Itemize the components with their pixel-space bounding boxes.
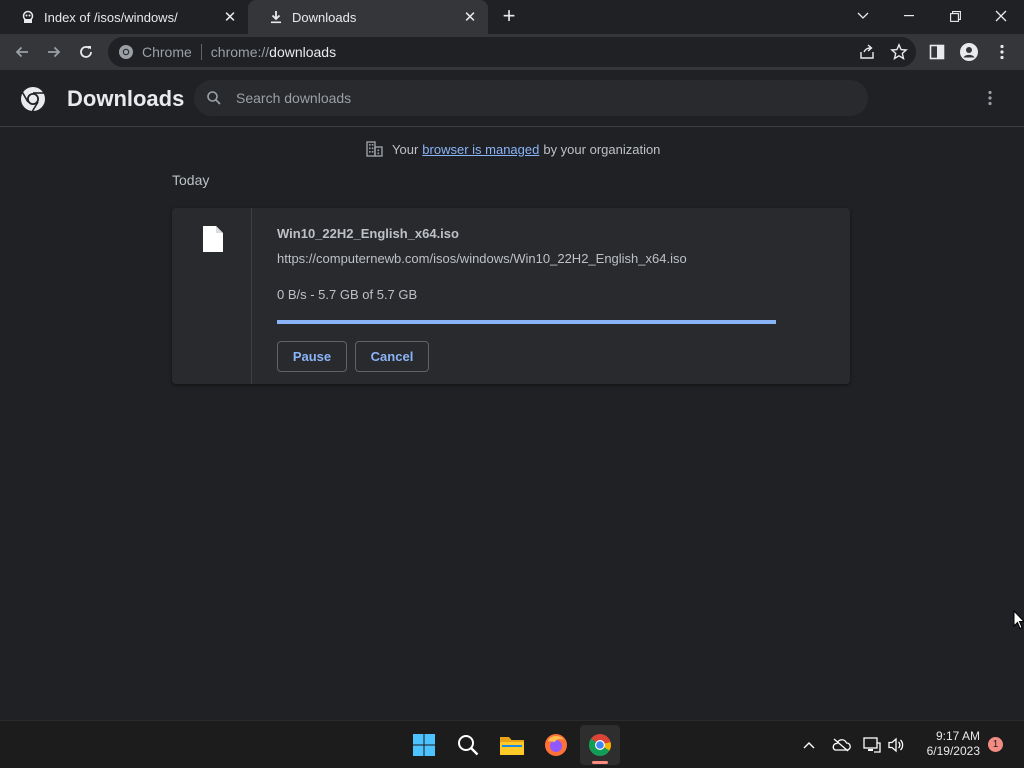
tab-title: Downloads bbox=[292, 9, 357, 25]
active-app-indicator bbox=[592, 761, 608, 764]
file-icon bbox=[203, 226, 223, 252]
bookmark-star-icon[interactable] bbox=[890, 43, 908, 64]
url-host: downloads bbox=[269, 44, 337, 60]
file-explorer-icon[interactable] bbox=[492, 725, 532, 765]
mouse-cursor-icon bbox=[1013, 610, 1024, 630]
profile-avatar-icon[interactable] bbox=[957, 40, 981, 64]
progress-bar-fill bbox=[277, 320, 776, 324]
chrome-logo-icon bbox=[118, 44, 134, 60]
page-title: Downloads bbox=[67, 86, 185, 111]
reload-icon[interactable] bbox=[74, 40, 98, 64]
close-window-button[interactable] bbox=[978, 0, 1024, 32]
new-tab-button[interactable]: + bbox=[498, 5, 520, 28]
omnibox-chip: Chrome bbox=[142, 44, 192, 60]
tab-strip: Index of /isos/windows/ ✕ Downloads ✕ + bbox=[0, 0, 1024, 34]
onedrive-offline-icon[interactable] bbox=[830, 733, 852, 757]
tab-search-chevron-icon[interactable] bbox=[840, 0, 886, 32]
managed-prefix: Your bbox=[392, 141, 419, 157]
firefox-icon[interactable] bbox=[536, 725, 576, 765]
side-panel-icon[interactable] bbox=[925, 40, 949, 64]
chrome-menu-icon[interactable] bbox=[990, 40, 1014, 64]
network-icon[interactable] bbox=[862, 733, 882, 757]
restore-button[interactable] bbox=[932, 0, 978, 32]
omnibox-actions bbox=[858, 43, 908, 64]
clock-time: 9:17 AM bbox=[935, 729, 980, 743]
cancel-button[interactable]: Cancel bbox=[355, 341, 429, 372]
taskbar: 9:17 AM 6/19/2023 bbox=[0, 720, 1024, 768]
download-icon bbox=[268, 9, 284, 25]
search-icon bbox=[207, 91, 221, 105]
site-icon bbox=[20, 9, 36, 25]
omnibox-divider bbox=[200, 44, 202, 60]
url-scheme: chrome:// bbox=[210, 44, 270, 60]
back-icon[interactable] bbox=[10, 40, 34, 64]
tab-index-of-isos[interactable]: Index of /isos/windows/ ✕ bbox=[0, 0, 248, 34]
search-icon[interactable] bbox=[448, 725, 488, 765]
section-date-label: Today bbox=[172, 172, 210, 188]
download-icon-column bbox=[172, 208, 252, 384]
forward-icon[interactable] bbox=[42, 40, 66, 64]
browser-toolbar: Chrome chrome:// downloads bbox=[0, 34, 1024, 70]
managed-notice: Your browser is managed by your organiza… bbox=[366, 140, 660, 158]
tab-title: Index of /isos/windows/ bbox=[44, 9, 178, 25]
file-url[interactable]: https://computernewb.com/isos/windows/Wi… bbox=[277, 251, 687, 266]
managed-suffix: by your organization bbox=[543, 141, 661, 157]
download-item: Win10_22H2_English_x64.iso https://compu… bbox=[172, 208, 850, 384]
start-icon[interactable] bbox=[404, 725, 444, 765]
tab-close-icon[interactable]: ✕ bbox=[220, 7, 240, 27]
share-icon[interactable] bbox=[858, 43, 876, 64]
tab-close-icon[interactable]: ✕ bbox=[460, 7, 480, 27]
managed-link[interactable]: browser is managed bbox=[422, 142, 539, 157]
download-status: 0 B/s - 5.7 GB of 5.7 GB bbox=[277, 287, 418, 302]
notification-badge[interactable]: 1 bbox=[988, 737, 1003, 752]
clock-date: 6/19/2023 bbox=[926, 744, 980, 758]
taskbar-clock[interactable]: 9:17 AM 6/19/2023 bbox=[916, 729, 980, 759]
volume-icon[interactable] bbox=[886, 733, 906, 757]
tab-downloads[interactable]: Downloads ✕ bbox=[248, 0, 488, 34]
file-name[interactable]: Win10_22H2_English_x64.iso bbox=[277, 226, 459, 241]
address-bar[interactable]: Chrome chrome:// downloads bbox=[108, 37, 916, 67]
downloads-header: Downloads bbox=[0, 70, 1024, 127]
show-hidden-icons-chevron-icon[interactable] bbox=[800, 733, 818, 757]
search-input[interactable] bbox=[236, 90, 836, 106]
building-icon bbox=[366, 141, 383, 157]
search-bar bbox=[194, 80, 868, 116]
minimize-button[interactable] bbox=[886, 0, 932, 32]
pause-button[interactable]: Pause bbox=[277, 341, 347, 372]
progress-bar bbox=[277, 320, 776, 324]
chrome-logo-icon bbox=[20, 86, 46, 112]
downloads-menu-icon[interactable] bbox=[980, 88, 1000, 108]
chrome-icon[interactable] bbox=[580, 725, 620, 765]
